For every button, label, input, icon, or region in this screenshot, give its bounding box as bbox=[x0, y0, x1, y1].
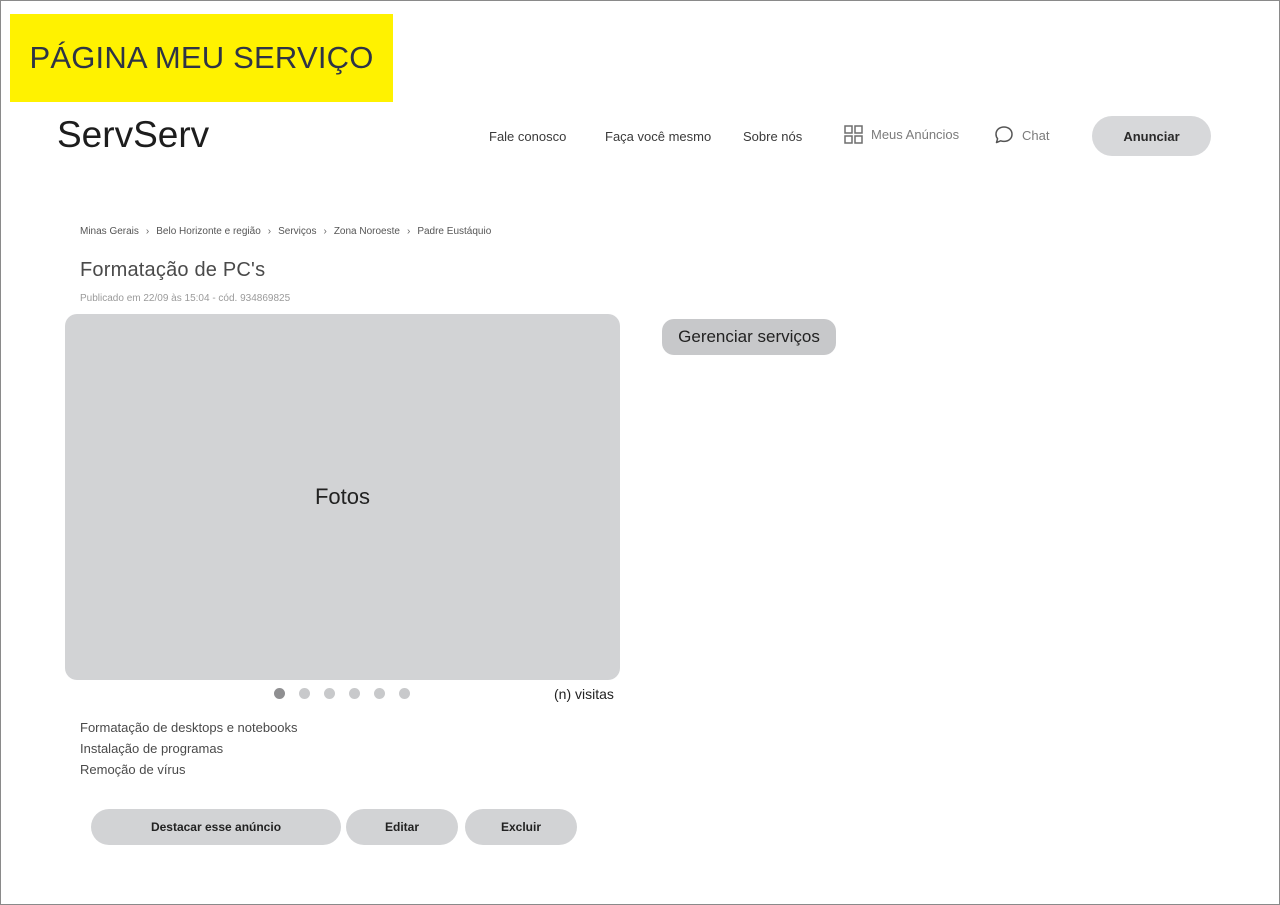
nav-fale-conosco[interactable]: Fale conosco bbox=[489, 128, 566, 146]
logo[interactable]: ServServ bbox=[57, 113, 209, 157]
nav-faca-voce-mesmo[interactable]: Faça você mesmo bbox=[605, 128, 711, 146]
photo-gallery[interactable]: Fotos bbox=[65, 314, 620, 680]
carousel-dot[interactable] bbox=[399, 688, 410, 699]
chat-bubble-icon bbox=[995, 126, 1013, 144]
breadcrumb-item[interactable]: Minas Gerais bbox=[80, 226, 139, 237]
nav-meus-anuncios[interactable]: Meus Anúncios bbox=[844, 125, 959, 144]
carousel-dot[interactable] bbox=[374, 688, 385, 699]
list-item: Remoção de vírus bbox=[80, 762, 186, 777]
carousel-dot[interactable] bbox=[324, 688, 335, 699]
list-item: Instalação de programas bbox=[80, 741, 224, 756]
anunciar-button[interactable]: Anunciar bbox=[1092, 116, 1211, 156]
listing-meta: Publicado em 22/09 às 15:04 - cód. 93486… bbox=[80, 293, 291, 304]
breadcrumb-item[interactable]: Belo Horizonte e região bbox=[156, 226, 261, 237]
chevron-right-icon: › bbox=[323, 226, 327, 237]
listing-title: Formatação de PC's bbox=[80, 259, 266, 281]
photo-gallery-label: Fotos bbox=[314, 484, 371, 509]
carousel-dot[interactable] bbox=[299, 688, 310, 699]
edit-button[interactable]: Editar bbox=[346, 809, 458, 845]
nav-chat[interactable]: Chat bbox=[994, 125, 1049, 145]
nav-sobre-nos[interactable]: Sobre nós bbox=[743, 128, 802, 146]
breadcrumb-item[interactable]: Zona Noroeste bbox=[334, 226, 400, 237]
list-item: Formatação de desktops e notebooks bbox=[80, 720, 298, 735]
grid-icon bbox=[844, 125, 863, 144]
carousel-dots bbox=[274, 688, 424, 699]
carousel-dot[interactable] bbox=[349, 688, 360, 699]
chevron-right-icon: › bbox=[267, 226, 272, 237]
breadcrumb: Minas Gerais › Belo Horizonte e região ›… bbox=[80, 226, 491, 237]
chevron-right-icon: › bbox=[406, 226, 411, 237]
nav-meus-anuncios-label: Meus Anúncios bbox=[871, 127, 960, 142]
visit-count: (n) visitas bbox=[554, 686, 614, 702]
services-list: Formatação de desktops e notebooks Insta… bbox=[80, 717, 298, 780]
carousel-dot[interactable] bbox=[274, 688, 285, 699]
highlight-listing-button[interactable]: Destacar esse anúncio bbox=[91, 809, 341, 845]
manage-services-button[interactable]: Gerenciar serviços bbox=[662, 319, 836, 355]
delete-button[interactable]: Excluir bbox=[465, 809, 577, 845]
page-label: PÁGINA MEU SERVIÇO bbox=[10, 14, 393, 102]
chevron-right-icon: › bbox=[145, 226, 150, 237]
breadcrumb-item[interactable]: Padre Eustáquio bbox=[417, 226, 491, 237]
nav-chat-label: Chat bbox=[1022, 127, 1050, 143]
breadcrumb-item[interactable]: Serviços bbox=[278, 226, 316, 237]
